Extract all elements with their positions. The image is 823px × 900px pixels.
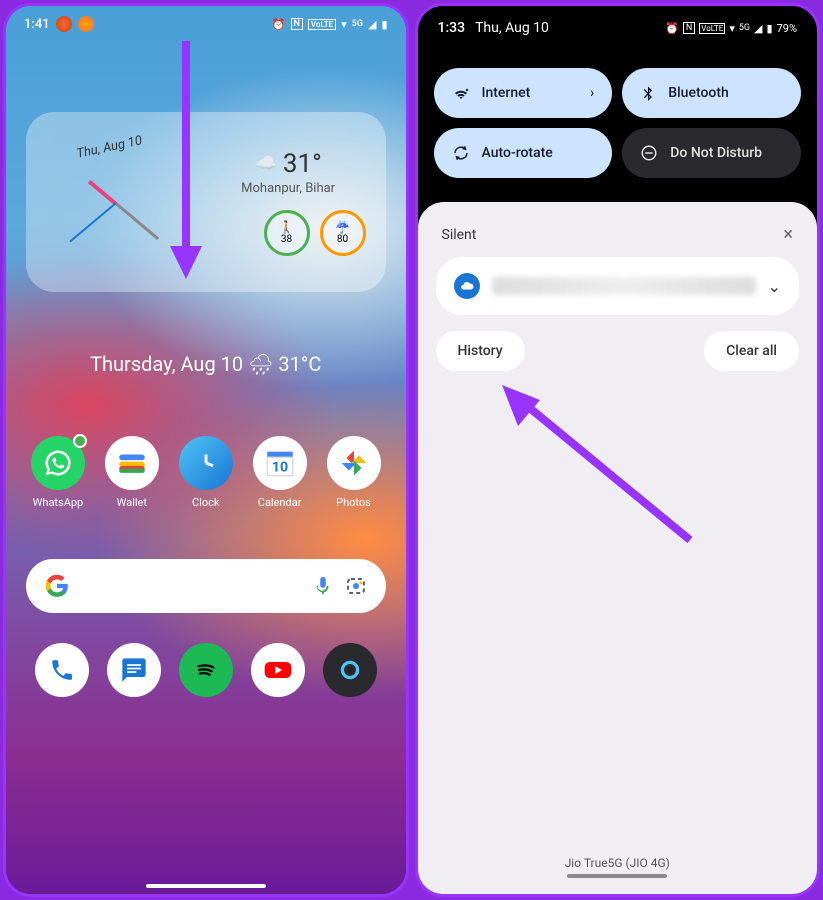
network-label: 5G [739,23,750,33]
status-bar: 1:41 ⏰ N VoLTE ▾ 5G ◢ ▮ [6,6,406,42]
close-icon[interactable]: × [783,224,793,245]
qs-dnd[interactable]: Do Not Disturb [622,128,801,178]
carrier-label: Jio True5G (JIO 4G) [436,848,800,874]
wifi-icon: ▾ [341,18,347,31]
steps-count: 38 [281,234,292,245]
shade-date: Thu, Aug 10 [475,20,549,36]
rotate-icon [452,144,470,162]
clear-all-button[interactable]: Clear all [704,331,799,371]
notification-item[interactable]: ⌄ [436,257,800,315]
walk-icon: 🚶 [279,220,294,234]
whatsapp-icon [43,448,73,478]
rain-icon: ☔ [335,220,350,234]
app-label: Calendar [258,496,302,509]
wifi-icon: ▾ [729,22,735,35]
dock-camera[interactable] [323,643,377,697]
dock [6,643,406,697]
wallet-icon [115,446,149,480]
nav-handle[interactable] [146,884,266,888]
wifi-icon [452,84,470,102]
humidity-badge[interactable]: ☔ 80 [320,210,366,256]
hour-hand [88,180,117,206]
alarm-icon: ⏰ [272,18,286,31]
phone-notification-shade: 1:33 Thu, Aug 10 ⏰ N VoLTE ▾ 5G ◢ ▮ 79% … [415,3,821,897]
lens-icon[interactable] [344,574,368,598]
camera-icon [337,657,363,683]
date-weather-line[interactable]: Thursday, Aug 10 🌧 31°C [6,352,406,376]
spotify-icon [191,655,221,685]
nfc-icon: N [291,18,303,30]
dock-spotify[interactable] [179,643,233,697]
app-row: WhatsApp Wallet Clock 10 Calendar [6,436,406,509]
dnd-icon [640,144,658,162]
calendar-icon: 10 [263,446,297,480]
chevron-right-icon: › [590,85,594,101]
dock-phone[interactable] [35,643,89,697]
youtube-icon [262,654,294,686]
notification-panel: Silent × ⌄ History Clear all Jio True5G … [418,202,818,894]
clock-icon [189,446,223,480]
google-icon [44,573,70,599]
chevron-down-icon[interactable]: ⌄ [768,277,781,296]
temperature: 31° [283,149,322,179]
photos-icon [339,448,369,478]
phone-icon [49,657,75,683]
notification-icon [78,16,94,32]
notification-dot [73,434,87,448]
second-hand [69,202,116,242]
app-calendar[interactable]: 10 Calendar [245,436,315,509]
qs-autorotate[interactable]: Auto-rotate [434,128,613,178]
status-time: 1:41 [24,17,50,32]
cloud-app-icon [454,273,480,299]
volte-icon: VoLTE [699,23,725,34]
notification-content-blurred [492,277,756,295]
app-photos[interactable]: Photos [319,436,389,509]
shade-time: 1:33 [438,20,466,36]
dock-youtube[interactable] [251,643,305,697]
alarm-icon: ⏰ [665,22,679,35]
dock-messages[interactable] [107,643,161,697]
signal-icon: ◢ [754,22,762,35]
qs-label: Bluetooth [668,85,729,101]
shade-status-bar: 1:33 Thu, Aug 10 ⏰ N VoLTE ▾ 5G ◢ ▮ 79% [418,6,818,50]
qs-internet[interactable]: Internet › [434,68,613,118]
qs-label: Auto-rotate [482,145,553,161]
messages-icon [120,656,148,684]
qs-label: Internet [482,85,531,101]
humidity-value: 80 [337,234,348,245]
swipe-down-arrow-annotation [166,41,206,281]
app-label: Wallet [117,496,147,509]
app-label: WhatsApp [33,496,84,509]
notification-icon [56,16,72,32]
app-label: Clock [192,496,219,509]
cloud-icon: ☁️ [254,153,276,174]
volte-icon: VoLTE [308,19,336,30]
panel-handle[interactable] [567,874,667,878]
qs-label: Do Not Disturb [670,145,762,161]
minute-hand [115,202,159,240]
mic-icon[interactable] [312,575,334,597]
app-whatsapp[interactable]: WhatsApp [23,436,93,509]
quick-settings: Internet › Bluetooth Auto-rotate Do Not … [418,50,818,202]
steps-badge[interactable]: 🚶 38 [264,210,310,256]
app-wallet[interactable]: Wallet [97,436,167,509]
history-button[interactable]: History [436,331,525,371]
location: Mohanpur, Bihar [211,181,366,196]
google-search-bar[interactable] [26,559,386,613]
battery-icon: ▮ [381,18,387,31]
battery-pct: 79% [777,22,797,35]
weather-widget[interactable]: ☁️ 31° Mohanpur, Bihar 🚶 38 ☔ 80 [211,149,366,256]
app-label: Photos [336,496,371,509]
silent-header: Silent [442,227,477,243]
nfc-icon: N [683,22,695,34]
battery-icon: ▮ [767,22,773,35]
signal-icon: ◢ [368,18,376,31]
qs-bluetooth[interactable]: Bluetooth [622,68,801,118]
phone-home-screen: 1:41 ⏰ N VoLTE ▾ 5G ◢ ▮ Thu, Aug 10 [3,3,409,897]
bluetooth-icon [640,85,656,101]
network-label: 5G [352,19,363,29]
app-clock[interactable]: Clock [171,436,241,509]
svg-text:10: 10 [271,460,287,476]
